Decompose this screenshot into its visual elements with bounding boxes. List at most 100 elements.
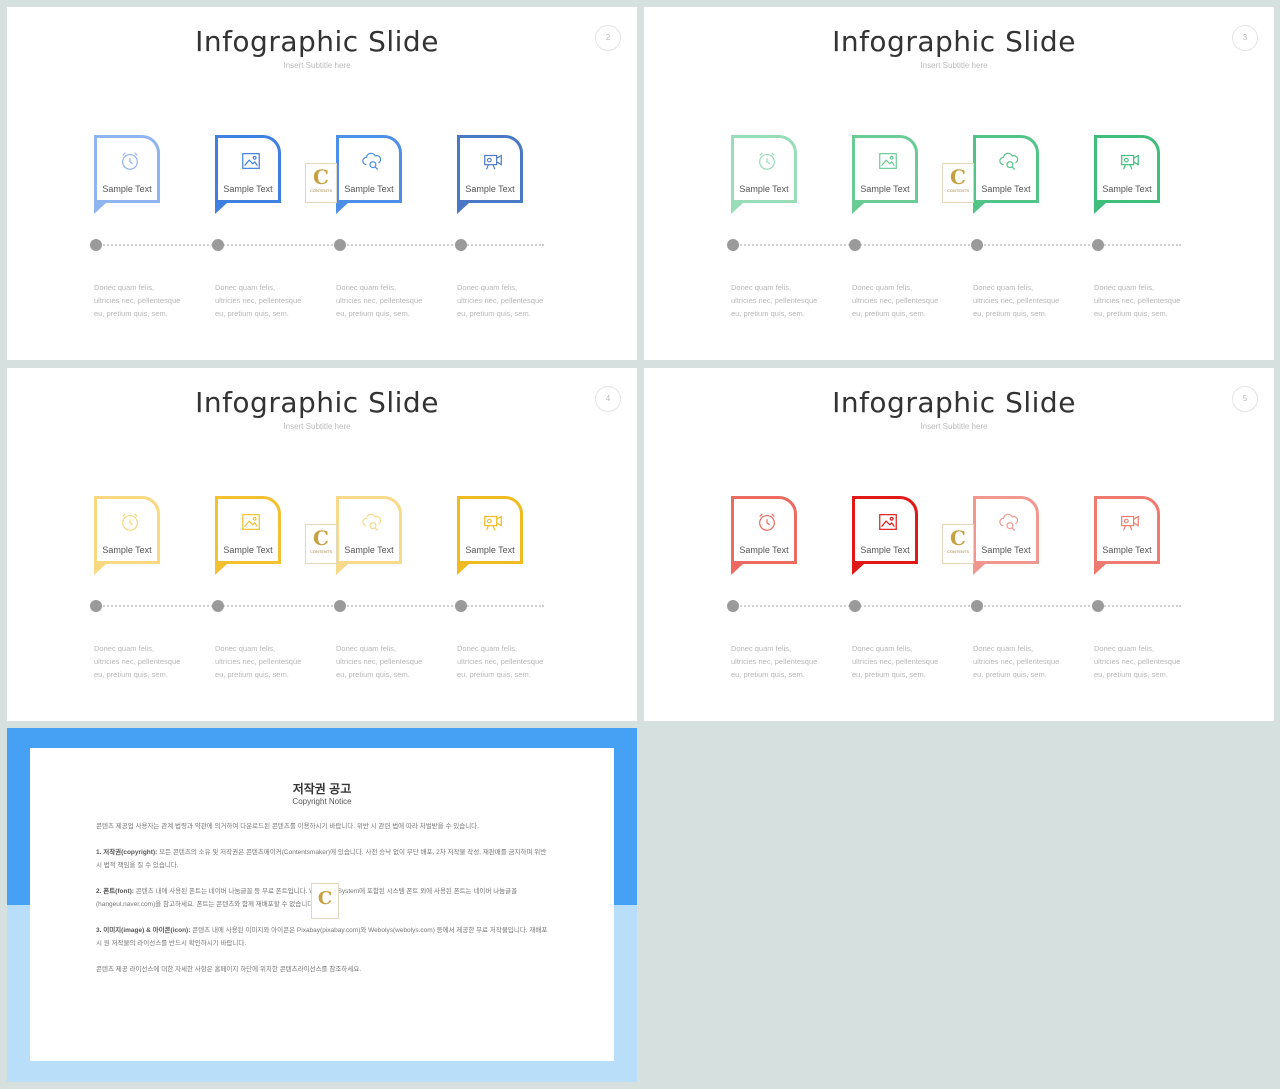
contents-logo: C CONTENTS: [305, 163, 337, 203]
card-tail: [973, 203, 985, 214]
image-icon: [877, 511, 899, 533]
step-card: Sample Text: [973, 496, 1039, 575]
card-label: Sample Text: [223, 184, 273, 194]
desc-line: Donec quam felis,: [731, 283, 792, 292]
desc-line: ultricies nec, pellentesque: [973, 657, 1060, 666]
timeline-dot: [90, 239, 102, 251]
card-tail: [336, 564, 348, 575]
timeline-dot: [971, 600, 983, 612]
infographic-slide[interactable]: Infographic Slide Insert Subtitle here 4 Sa…: [7, 368, 637, 721]
image-icon: [877, 150, 899, 172]
desc-line: eu, pretium quis, sem.: [1094, 309, 1168, 318]
desc-line: Donec quam felis,: [457, 644, 518, 653]
logo-letter: C: [950, 526, 966, 550]
video-camera-icon: [1119, 150, 1141, 172]
timeline-dot: [727, 239, 739, 251]
card-tail: [1094, 203, 1106, 214]
page-number: 5: [1232, 386, 1258, 412]
timeline-line: [733, 244, 1181, 247]
card-label: Sample Text: [739, 184, 789, 194]
desc-line: Donec quam felis,: [94, 644, 155, 653]
step-description: Donec quam felis, ultricies nec, pellente…: [457, 642, 569, 681]
desc-line: Donec quam felis,: [1094, 283, 1155, 292]
desc-line: Donec quam felis,: [94, 283, 155, 292]
desc-line: eu, pretium quis, sem.: [457, 309, 531, 318]
step-description: Donec quam felis, ultricies nec, pellente…: [1094, 642, 1206, 681]
step-description: Donec quam felis, ultricies nec, pellente…: [215, 281, 327, 320]
card-label: Sample Text: [1102, 545, 1152, 555]
desc-line: eu, pretium quis, sem.: [336, 309, 410, 318]
step-description: Donec quam felis, ultricies nec, pellente…: [215, 642, 327, 681]
step-description: Donec quam felis, ultricies nec, pellente…: [973, 281, 1085, 320]
step-card: Sample Text: [457, 496, 523, 575]
desc-line: eu, pretium quis, sem.: [94, 670, 168, 679]
desc-line: Donec quam felis,: [973, 644, 1034, 653]
desc-line: eu, pretium quis, sem.: [852, 309, 926, 318]
card-tail: [457, 203, 469, 214]
timeline-dot: [1092, 600, 1104, 612]
desc-line: eu, pretium quis, sem.: [1094, 670, 1168, 679]
desc-line: eu, pretium quis, sem.: [973, 309, 1047, 318]
desc-line: ultricies nec, pellentesque: [215, 296, 302, 305]
timeline-dot: [727, 600, 739, 612]
step-card: Sample Text: [215, 496, 281, 575]
timeline-dot: [455, 239, 467, 251]
desc-line: ultricies nec, pellentesque: [94, 296, 181, 305]
card-tail: [731, 203, 743, 214]
video-camera-icon: [1119, 511, 1141, 533]
desc-line: Donec quam felis,: [852, 283, 913, 292]
card-label: Sample Text: [102, 545, 152, 555]
copyright-p1-head: 1. 저작권(copyright):: [96, 849, 158, 856]
logo-text: CONTENTS: [947, 188, 969, 193]
desc-line: eu, pretium quis, sem.: [94, 309, 168, 318]
card-label: Sample Text: [860, 545, 910, 555]
step-description: Donec quam felis, ultricies nec, pellente…: [457, 281, 569, 320]
desc-line: Donec quam felis,: [973, 283, 1034, 292]
desc-line: Donec quam felis,: [852, 644, 913, 653]
timeline-dot: [334, 600, 346, 612]
infographic-slide[interactable]: Infographic Slide Insert Subtitle here 3 Sa…: [644, 7, 1274, 360]
desc-line: Donec quam felis,: [1094, 644, 1155, 653]
desc-line: ultricies nec, pellentesque: [731, 296, 818, 305]
step-description: Donec quam felis, ultricies nec, pellente…: [336, 642, 448, 681]
slide-title: Infographic Slide: [832, 386, 1076, 419]
desc-line: Donec quam felis,: [336, 644, 397, 653]
video-camera-icon: [482, 511, 504, 533]
step-card: Sample Text: [336, 496, 402, 575]
desc-line: eu, pretium quis, sem.: [215, 309, 289, 318]
infographic-slide[interactable]: Infographic Slide Insert Subtitle here 5 Sa…: [644, 368, 1274, 721]
infographic-slide[interactable]: Infographic Slide Insert Subtitle here 2 Sa…: [7, 7, 637, 360]
timeline-dot: [1092, 239, 1104, 251]
step-card: Sample Text: [457, 135, 523, 214]
desc-line: ultricies nec, pellentesque: [215, 657, 302, 666]
desc-line: Donec quam felis,: [731, 644, 792, 653]
copyright-subtitle: Copyright Notice: [292, 797, 352, 806]
step-description: Donec quam felis, ultricies nec, pellente…: [731, 281, 843, 320]
contents-logo: C: [311, 883, 339, 919]
step-card: Sample Text: [731, 496, 797, 575]
slide-title: Infographic Slide: [195, 25, 439, 58]
cloud-search-icon: [361, 511, 383, 533]
slide-subtitle: Insert Subtitle here: [283, 61, 351, 70]
desc-line: ultricies nec, pellentesque: [1094, 296, 1181, 305]
desc-line: ultricies nec, pellentesque: [852, 296, 939, 305]
slide-subtitle: Insert Subtitle here: [920, 422, 988, 431]
card-tail: [731, 564, 743, 575]
card-label: Sample Text: [344, 184, 394, 194]
desc-line: ultricies nec, pellentesque: [973, 296, 1060, 305]
card-label: Sample Text: [344, 545, 394, 555]
timeline-line: [733, 605, 1181, 608]
desc-line: ultricies nec, pellentesque: [336, 657, 423, 666]
step-card: Sample Text: [852, 496, 918, 575]
step-card: Sample Text: [731, 135, 797, 214]
desc-line: Donec quam felis,: [215, 283, 276, 292]
timeline-dot: [455, 600, 467, 612]
desc-line: eu, pretium quis, sem.: [731, 670, 805, 679]
video-camera-icon: [482, 150, 504, 172]
step-card: Sample Text: [852, 135, 918, 214]
copyright-intro: 콘텐츠 제공업 사용자는 관계 법령과 약관에 의거하여 다운로드된 콘텐츠를 …: [96, 823, 479, 830]
card-tail: [457, 564, 469, 575]
logo-letter: C: [313, 165, 329, 189]
desc-line: eu, pretium quis, sem.: [336, 670, 410, 679]
contents-logo: C CONTENTS: [942, 524, 974, 564]
